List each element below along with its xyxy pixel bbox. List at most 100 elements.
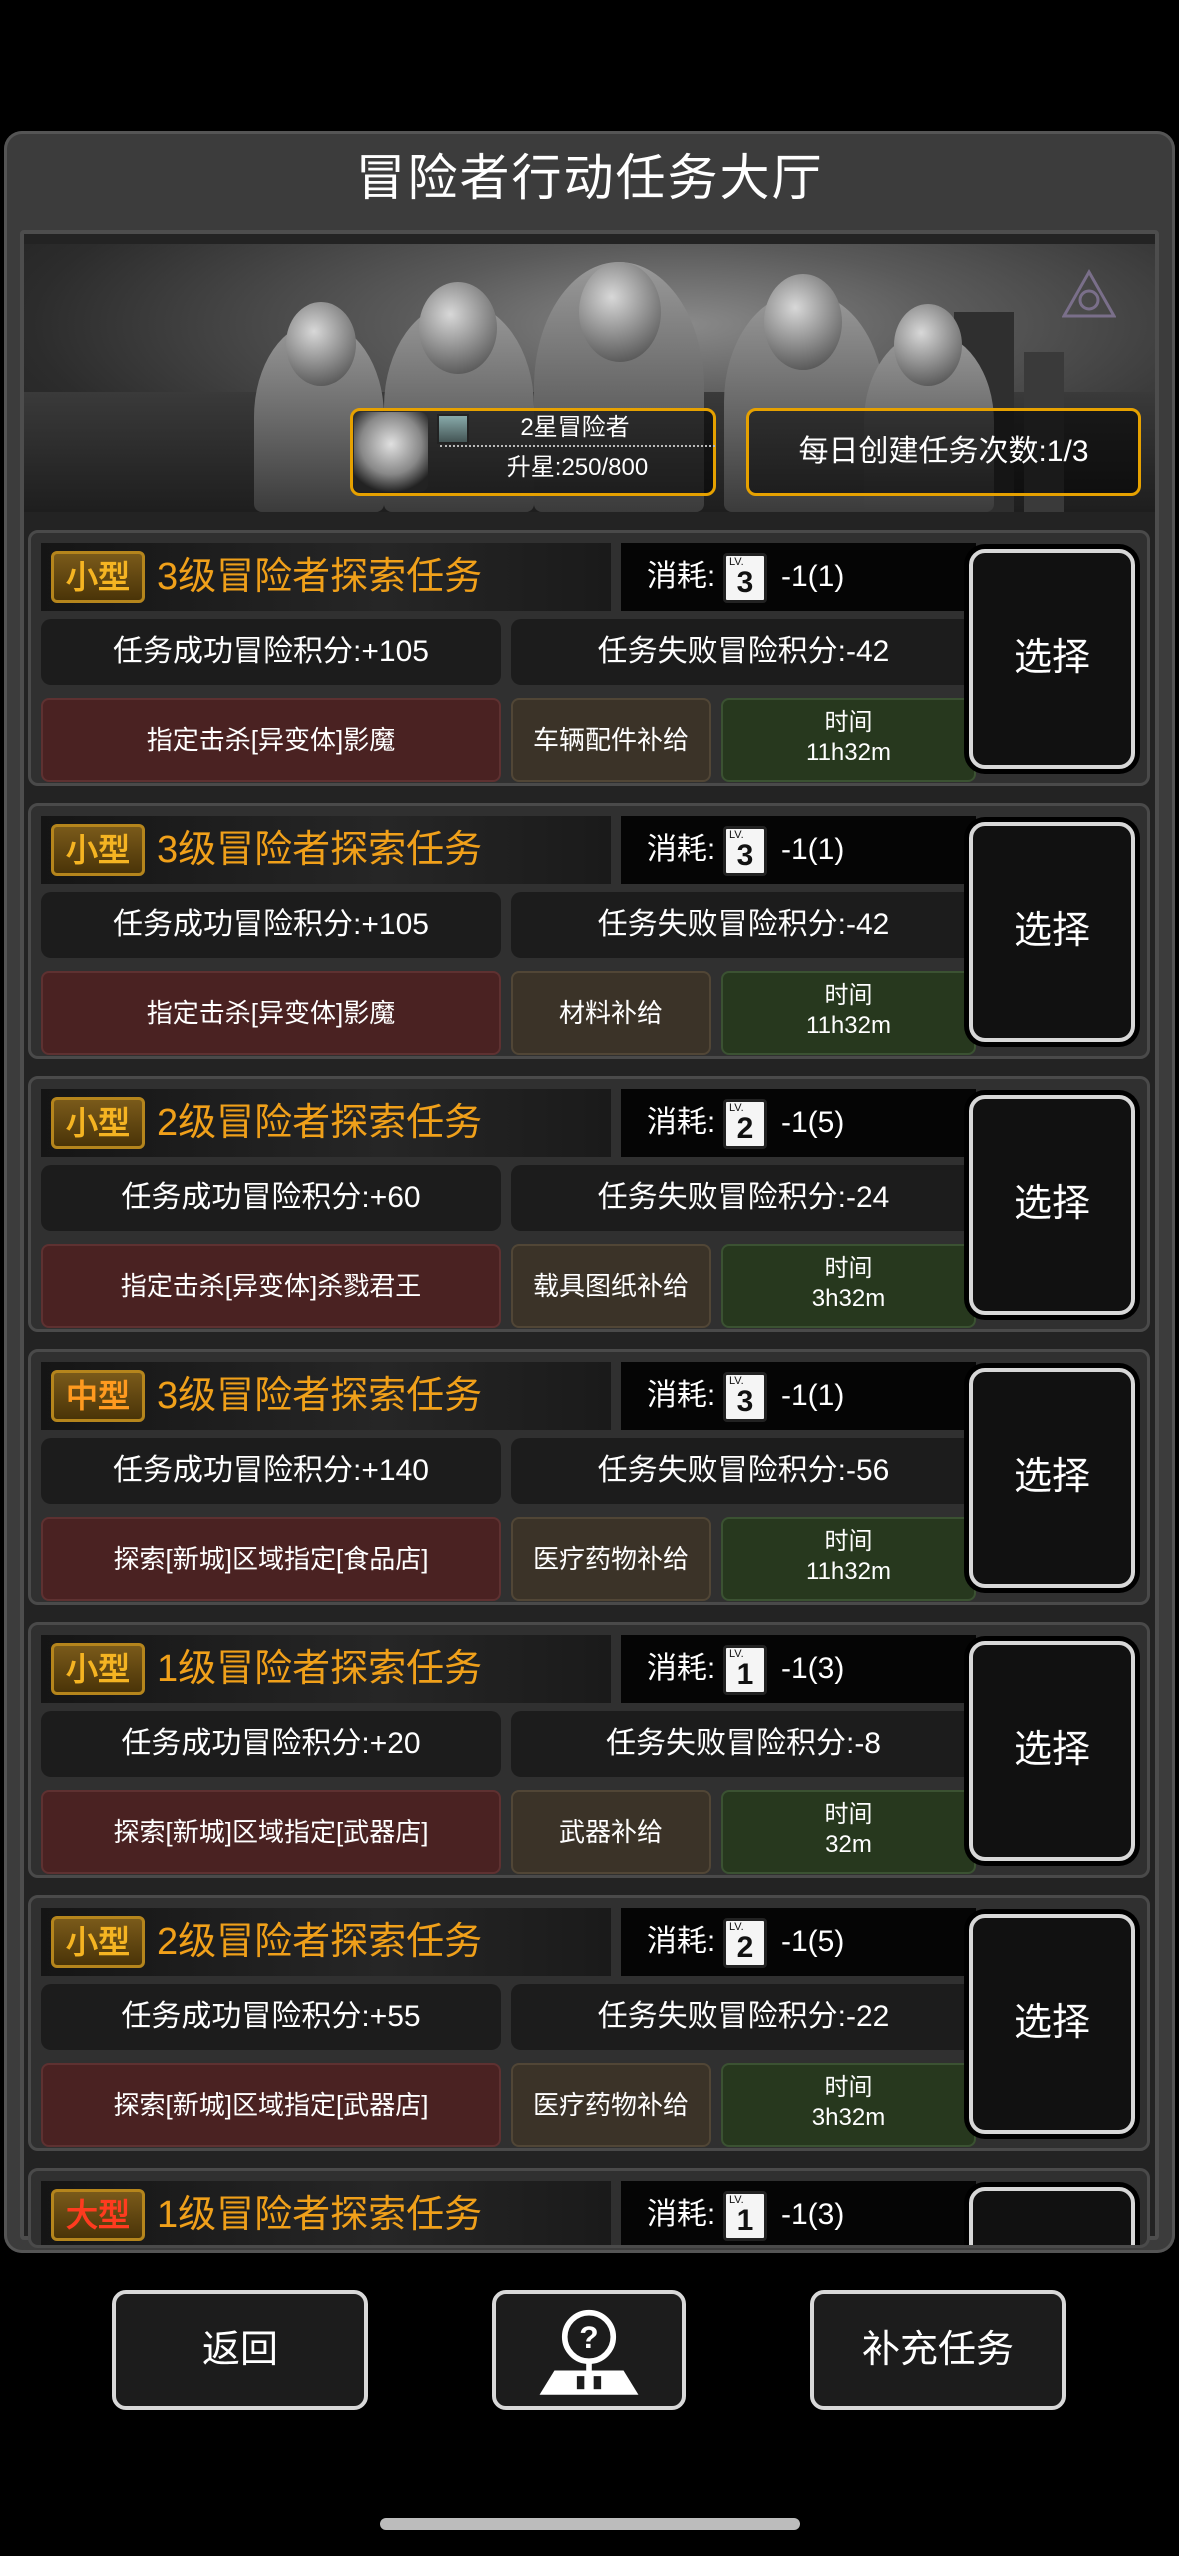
fail-points: 任务失败冒险积分:-42 — [511, 619, 976, 685]
select-task-button[interactable]: 选择 — [969, 1368, 1135, 1588]
task-size-badge: 小型 — [51, 551, 145, 603]
fail-points: 任务失败冒险积分:-22 — [511, 1984, 976, 2050]
level-card-icon: LV. 1 — [723, 2191, 767, 2241]
time-value: 11h32m — [806, 1012, 891, 1039]
task-card: 小型 3级冒险者探索任务 消耗: LV. 3 -1(1) 任务成功冒险积分:+10… — [28, 530, 1150, 786]
select-task-button[interactable]: 选择 — [969, 822, 1135, 1042]
task-reward: 医疗药物补给 — [511, 2063, 711, 2147]
level-card-icon: LV. 3 — [723, 553, 767, 603]
svg-text:?: ? — [579, 2319, 598, 2355]
fail-points: 任务失败冒险积分:-56 — [511, 1438, 976, 1504]
task-name: 3级冒险者探索任务 — [157, 1375, 483, 1417]
task-reward: 武器补给 — [511, 1790, 711, 1874]
fail-points: 任务失败冒险积分:-42 — [511, 892, 976, 958]
task-target: 指定击杀[异变体]影魔 — [41, 698, 501, 782]
cost-label: 消耗: — [646, 833, 716, 866]
task-card: 小型 2级冒险者探索任务 消耗: LV. 2 -1(5) 任务成功冒险积分:+55… — [28, 1895, 1150, 2151]
task-name: 2级冒险者探索任务 — [157, 1921, 483, 1963]
level-card-icon: LV. 3 — [723, 1372, 767, 1422]
level-number: 3 — [736, 1385, 754, 1418]
adventurer-head — [579, 262, 661, 362]
success-points: 任务成功冒险积分:+55 — [41, 1984, 501, 2050]
success-points: 任务成功冒险积分:+140 — [41, 1438, 501, 1504]
cost-label: 消耗: — [646, 1379, 716, 1412]
cost-value: -1(1) — [781, 833, 845, 866]
select-task-button[interactable]: 选择 — [969, 1095, 1135, 1315]
cost-label: 消耗: — [646, 1925, 716, 1958]
success-points: 任务成功冒险积分:+20 — [41, 1711, 501, 1777]
time-label: 时间 — [824, 1255, 873, 1282]
select-task-button[interactable]: 选择 — [969, 549, 1135, 769]
task-target: 探索[新城]区域指定[食品店] — [41, 1517, 501, 1601]
home-indicator[interactable] — [380, 2518, 800, 2530]
select-task-button[interactable]: 选择 — [969, 1641, 1135, 1861]
success-points: 任务成功冒险积分:+60 — [41, 1165, 501, 1231]
rank-star-icon — [437, 414, 469, 444]
cost-value: -1(3) — [781, 1652, 845, 1685]
level-number: 2 — [736, 1112, 754, 1145]
task-reward: 医疗药物补给 — [511, 1517, 711, 1601]
fail-points: 任务失败冒险积分:-8 — [511, 1711, 976, 1777]
time-label: 时间 — [824, 1801, 873, 1828]
task-time: 时间 3h32m — [721, 1244, 976, 1328]
cost-label: 消耗: — [646, 1652, 716, 1685]
time-label: 时间 — [824, 1528, 873, 1555]
cost-value: -1(5) — [781, 1925, 845, 1958]
time-value: 11h32m — [806, 739, 891, 766]
task-name: 3级冒险者探索任务 — [157, 829, 483, 871]
rank-divider — [440, 445, 715, 447]
cost-label: 消耗: — [646, 2198, 716, 2231]
time-value: 3h32m — [811, 2104, 886, 2131]
task-name: 1级冒险者探索任务 — [157, 1648, 483, 1690]
daily-task-count: 每日创建任务次数:1/3 — [746, 408, 1141, 496]
select-task-button[interactable]: 选择 — [969, 2187, 1135, 2245]
cost-value: -1(5) — [781, 1106, 845, 1139]
task-name: 1级冒险者探索任务 — [157, 2194, 483, 2236]
cost-value: -1(1) — [781, 1379, 845, 1412]
adventurer-head — [764, 274, 842, 370]
task-target: 探索[新城]区域指定[武器店] — [41, 2063, 501, 2147]
select-task-button[interactable]: 选择 — [969, 1914, 1135, 2134]
task-name: 2级冒险者探索任务 — [157, 1102, 483, 1144]
task-reward: 车辆配件补给 — [511, 698, 711, 782]
task-card: 小型 1级冒险者探索任务 消耗: LV. 1 -1(3) 任务成功冒险积分:+20… — [28, 1622, 1150, 1878]
level-card-icon: LV. 2 — [723, 1918, 767, 1968]
task-time: 时间 11h32m — [721, 1517, 976, 1601]
task-card: 大型 1级冒险者探索任务 消耗: LV.1 -1(3) 选择 — [28, 2168, 1150, 2248]
time-value: 3h32m — [811, 1285, 886, 1312]
task-card: 中型 3级冒险者探索任务 消耗: LV. 3 -1(1) 任务成功冒险积分:+14… — [28, 1349, 1150, 1605]
task-target: 指定击杀[异变体]影魔 — [41, 971, 501, 1055]
time-label: 时间 — [824, 2074, 873, 2101]
level-card-icon: LV. 1 — [723, 1645, 767, 1695]
task-size-badge: 小型 — [51, 824, 145, 876]
task-card: 小型 3级冒险者探索任务 消耗: LV. 3 -1(1) 任务成功冒险积分:+10… — [28, 803, 1150, 1059]
cost-label: 消耗: — [646, 560, 716, 593]
task-reward: 材料补给 — [511, 971, 711, 1055]
task-size-badge: 小型 — [51, 1097, 145, 1149]
time-value: 11h32m — [806, 1558, 891, 1585]
cost-value: -1(1) — [781, 560, 845, 593]
fail-points: 任务失败冒险积分:-24 — [511, 1165, 976, 1231]
rank-progress: 升星:250/800 — [506, 454, 649, 481]
task-time: 时间 32m — [721, 1790, 976, 1874]
refill-tasks-button[interactable]: 补充任务 — [810, 2290, 1066, 2410]
task-size-badge: 小型 — [51, 1916, 145, 1968]
task-size-badge: 大型 — [51, 2189, 145, 2241]
page-title: 冒险者行动任务大厅 — [355, 150, 824, 206]
avatar[interactable] — [354, 412, 428, 492]
cost-value: -1(3) — [781, 2198, 845, 2231]
level-card-icon: LV. 2 — [723, 1099, 767, 1149]
level-card-icon: LV. 3 — [723, 826, 767, 876]
time-label: 时间 — [824, 982, 873, 1009]
cost-label: 消耗: — [646, 1106, 716, 1139]
adventurer-head — [286, 302, 356, 386]
adventurer-head — [419, 282, 497, 374]
task-size-badge: 小型 — [51, 1643, 145, 1695]
task-time: 时间 11h32m — [721, 698, 976, 782]
task-size-badge: 中型 — [51, 1370, 145, 1422]
adventurer-head — [894, 304, 962, 386]
level-number: 2 — [736, 1931, 754, 1964]
help-button[interactable]: ? — [492, 2290, 686, 2410]
help-location-icon: ? — [539, 2309, 639, 2395]
back-button[interactable]: 返回 — [112, 2290, 368, 2410]
